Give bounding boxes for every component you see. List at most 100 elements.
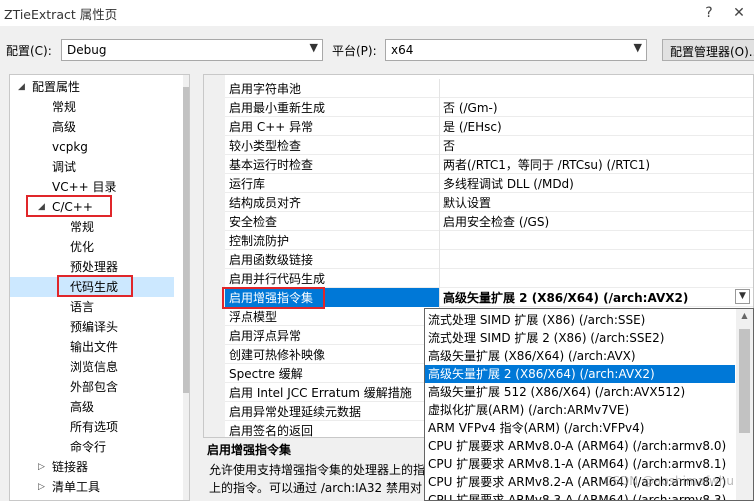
tree-item-label: 命令行 bbox=[70, 440, 107, 454]
property-row[interactable]: 启用函数级链接 bbox=[225, 250, 753, 269]
config-manager-button[interactable]: 配置管理器(O)... bbox=[662, 39, 754, 61]
tree-item[interactable]: ◢ 配置属性 bbox=[18, 77, 80, 97]
dropdown-option[interactable]: 流式处理 SIMD 扩展 2 (X86) (/arch:SSE2) bbox=[425, 329, 735, 347]
dropdown-option[interactable]: CPU 扩展要求 ARMv8.0-A (ARM64) (/arch:armv8.… bbox=[425, 437, 735, 455]
tree-item[interactable]: 命令行 bbox=[70, 437, 106, 457]
tree-item[interactable]: 调试 bbox=[52, 157, 76, 177]
dropdown-option[interactable]: CPU 扩展要求 ARMv8.3-A (ARM64) (/arch:armv8.… bbox=[425, 491, 735, 500]
property-name: 启用异常处理延续元数据 bbox=[229, 405, 362, 419]
property-row[interactable]: 启用最小重新生成 否 (/Gm-) bbox=[225, 98, 753, 117]
tree-item-label: 高级 bbox=[70, 400, 95, 414]
property-row[interactable]: 较小类型检查 否 bbox=[225, 136, 753, 155]
property-name: 启用 C++ 异常 bbox=[229, 120, 314, 134]
tree-item[interactable]: VC++ 目录 bbox=[52, 177, 117, 197]
config-label: 配置(C): bbox=[6, 44, 52, 58]
title-bar: ZTieExtract 属性页 ? ✕ bbox=[0, 0, 754, 26]
description-line-2: 上的指令。可以通过 /arch:IA32 禁用对 bbox=[209, 481, 422, 495]
property-name: 启用字符串池 bbox=[229, 82, 302, 96]
tree-item-label: 清单工具 bbox=[52, 480, 101, 494]
property-name: 创建可热修补映像 bbox=[229, 348, 326, 362]
tree-item-label: 常规 bbox=[70, 220, 95, 234]
property-value[interactable]: 多线程调试 DLL (/MDd) bbox=[443, 175, 574, 192]
dropdown-scroll-thumb[interactable] bbox=[739, 329, 750, 433]
column-divider bbox=[439, 98, 440, 117]
property-row[interactable]: 运行库 多线程调试 DLL (/MDd) bbox=[225, 174, 753, 193]
tree-item[interactable]: 高级 bbox=[70, 397, 94, 417]
platform-value: x64 bbox=[391, 43, 414, 57]
property-value[interactable]: 启用安全检查 (/GS) bbox=[443, 213, 549, 230]
property-value[interactable]: 否 (/Gm-) bbox=[443, 99, 498, 116]
highlight-code-generation bbox=[57, 275, 133, 297]
help-button[interactable]: ? bbox=[694, 1, 724, 25]
instruction-set-dropdown[interactable]: 流式处理 SIMD 扩展 (X86) (/arch:SSE) 流式处理 SIMD … bbox=[424, 308, 754, 501]
collapsed-icon[interactable]: ▷ bbox=[38, 457, 45, 477]
highlight-enhanced-instruction-set bbox=[222, 287, 325, 309]
property-name: 启用函数级链接 bbox=[229, 253, 314, 267]
tree-item-label: 预编译头 bbox=[70, 320, 119, 334]
property-value[interactable]: 否 bbox=[443, 137, 455, 154]
property-value[interactable]: 高级矢量扩展 2 (X86/X64) (/arch:AVX2) bbox=[443, 289, 688, 306]
expanded-icon[interactable]: ◢ bbox=[18, 77, 25, 97]
tree-item-label: 常规 bbox=[52, 100, 77, 114]
tree-item-label: 优化 bbox=[70, 240, 95, 254]
platform-combo[interactable]: x64 ▼ bbox=[385, 39, 647, 61]
property-name: 运行库 bbox=[229, 177, 266, 191]
tree-item[interactable]: 浏览信息 bbox=[70, 357, 118, 377]
property-row[interactable]: 结构成员对齐 默认设置 bbox=[225, 193, 753, 212]
scroll-up-icon[interactable]: ▲ bbox=[736, 311, 753, 320]
tree-item-label: 调试 bbox=[52, 160, 77, 174]
column-divider bbox=[439, 231, 440, 250]
tree-item-label: 外部包含 bbox=[70, 380, 119, 394]
tree-item[interactable]: ▷ 清单工具 bbox=[38, 477, 101, 497]
chevron-down-icon: ▼ bbox=[633, 41, 642, 54]
dropdown-option[interactable]: 流式处理 SIMD 扩展 (X86) (/arch:SSE) bbox=[425, 311, 735, 329]
config-combo[interactable]: Debug ▼ bbox=[61, 39, 323, 61]
dropdown-option[interactable]: ARM VFPv4 指令(ARM) (/arch:VFPv4) bbox=[425, 419, 735, 437]
dropdown-option[interactable]: 虚拟化扩展(ARM) (/arch:ARMv7VE) bbox=[425, 401, 735, 419]
property-row[interactable]: 安全检查 启用安全检查 (/GS) bbox=[225, 212, 753, 231]
tree-item-label: 预处理器 bbox=[70, 260, 119, 274]
property-row[interactable]: 启用 C++ 异常 是 (/EHsc) bbox=[225, 117, 753, 136]
tree-scroll-thumb[interactable] bbox=[183, 87, 189, 393]
column-divider bbox=[439, 155, 440, 174]
property-name: 启用浮点异常 bbox=[229, 329, 302, 343]
tree-item[interactable]: 输出文件 bbox=[70, 337, 118, 357]
chevron-down-icon[interactable]: ▼ bbox=[735, 289, 750, 304]
property-row[interactable]: 控制流防护 bbox=[225, 231, 753, 250]
property-name: Spectre 缓解 bbox=[229, 367, 303, 381]
tree-item[interactable]: 高级 bbox=[52, 117, 76, 137]
property-row[interactable]: 启用并行代码生成 bbox=[225, 269, 753, 288]
dropdown-option[interactable]: 高级矢量扩展 (X86/X64) (/arch:AVX) bbox=[425, 347, 735, 365]
column-divider bbox=[439, 288, 440, 307]
property-value[interactable]: 两者(/RTC1，等同于 /RTCsu) (/RTC1) bbox=[443, 156, 650, 173]
close-button[interactable]: ✕ bbox=[724, 1, 754, 25]
tree-item[interactable]: ▷ 链接器 bbox=[38, 457, 88, 477]
dropdown-scrollbar[interactable]: ▲ bbox=[736, 309, 753, 500]
dropdown-option[interactable]: 高级矢量扩展 2 (X86/X64) (/arch:AVX2) bbox=[425, 365, 735, 383]
property-value[interactable]: 是 (/EHsc) bbox=[443, 118, 502, 135]
tree-item[interactable]: 常规 bbox=[70, 217, 94, 237]
dropdown-option[interactable]: CPU 扩展要求 ARMv8.1-A (ARM64) (/arch:armv8.… bbox=[425, 455, 735, 473]
property-name: 基本运行时检查 bbox=[229, 158, 314, 172]
tree-item[interactable]: vcpkg bbox=[52, 137, 88, 157]
tree-item[interactable]: 预编译头 bbox=[70, 317, 118, 337]
tree-item-label: 浏览信息 bbox=[70, 360, 119, 374]
tree-item[interactable]: 优化 bbox=[70, 237, 94, 257]
tree-item[interactable]: 常规 bbox=[52, 97, 76, 117]
dropdown-option[interactable]: 高级矢量扩展 512 (X86/X64) (/arch:AVX512) bbox=[425, 383, 735, 401]
tree-item-label: vcpkg bbox=[52, 140, 88, 154]
tree-item[interactable]: 外部包含 bbox=[70, 377, 118, 397]
tree-item[interactable]: 语言 bbox=[70, 297, 94, 317]
column-divider bbox=[439, 212, 440, 231]
tree-scrollbar[interactable] bbox=[183, 75, 189, 500]
property-row[interactable]: 启用字符串池 bbox=[225, 79, 753, 98]
property-name: 启用签名的返回 bbox=[229, 424, 314, 438]
tree-item[interactable]: 所有选项 bbox=[70, 417, 118, 437]
property-name: 较小类型检查 bbox=[229, 139, 302, 153]
window-title: ZTieExtract 属性页 bbox=[4, 7, 118, 22]
property-row[interactable]: 基本运行时检查 两者(/RTC1，等同于 /RTCsu) (/RTC1) bbox=[225, 155, 753, 174]
collapsed-icon[interactable]: ▷ bbox=[38, 477, 45, 497]
property-value[interactable]: 默认设置 bbox=[443, 194, 491, 211]
property-name: 启用最小重新生成 bbox=[229, 101, 326, 115]
tree-item[interactable]: 预处理器 bbox=[70, 257, 118, 277]
